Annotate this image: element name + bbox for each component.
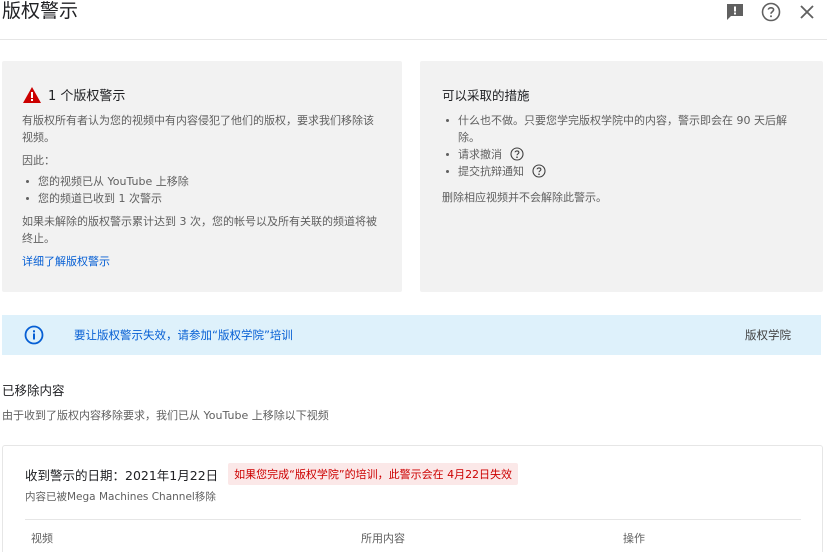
list-item: 您的视频已从 YouTube 上移除 <box>22 173 382 190</box>
column-header-content-used: 所用内容 <box>361 532 405 545</box>
therefore-label: 因此： <box>22 154 55 167</box>
strike-description: 有版权所有者认为您的视频中有内容侵犯了他们的版权，要求我们移除该视频。 <box>22 114 374 144</box>
copyright-school-link[interactable]: 版权学院 <box>745 327 791 343</box>
header-actions <box>711 1 819 23</box>
copyright-school-banner: 要让版权警示失效，请参加“版权学院”培训 版权学院 <box>2 315 821 355</box>
removed-content-title: 已移除内容 <box>2 383 65 398</box>
column-header-video: 视频 <box>31 532 53 545</box>
feedback-icon[interactable] <box>723 1 747 23</box>
strike-heading: 1 个版权警示 <box>22 85 125 104</box>
warning-icon <box>23 86 41 103</box>
info-icon <box>24 325 44 345</box>
counter-notification-link[interactable]: 提交抗辩通知 <box>458 165 524 178</box>
strike-date-row: 收到警示的日期：2021年1月22日 如果您完成“版权学院”的培训，此警示会在 … <box>25 463 519 485</box>
retract-request-item: 请求撤消 <box>442 146 802 163</box>
delete-note: 删除相应视频并不会解除此警示。 <box>442 191 607 204</box>
list-item: 什么也不做。只要您学完版权学院中的内容，警示即会在 90 天后解除。 <box>442 112 802 146</box>
removed-content-card: 收到警示的日期：2021年1月22日 如果您完成“版权学院”的培训，此警示会在 … <box>2 445 823 552</box>
copyright-strike-dialog: 版权警示 1 个版权警示 有版权所有者认为您的视频中有内容侵犯了他们的版权，要求… <box>0 0 827 552</box>
help-icon[interactable] <box>509 147 524 161</box>
removed-by-text: 内容已被Mega Machines Channel移除 <box>25 491 216 503</box>
consequence-list: 您的视频已从 YouTube 上移除 您的频道已收到 1 次警示 <box>22 173 382 207</box>
list-item: 您的频道已收到 1 次警示 <box>22 190 382 207</box>
column-header-actions: 操作 <box>623 532 645 545</box>
help-icon[interactable] <box>759 1 783 23</box>
close-icon[interactable] <box>795 1 819 23</box>
dialog-header: 版权警示 <box>0 0 827 40</box>
copyright-school-prompt[interactable]: 要让版权警示失效，请参加“版权学院”培训 <box>74 327 293 343</box>
table-divider <box>25 519 801 520</box>
retract-request-link[interactable]: 请求撤消 <box>458 148 502 161</box>
expiry-badge: 如果您完成“版权学院”的培训，此警示会在 4月22日失效 <box>228 463 519 485</box>
strike-date: 收到警示的日期：2021年1月22日 <box>25 467 219 483</box>
actions-list: 什么也不做。只要您学完版权学院中的内容，警示即会在 90 天后解除。 请求撤消 … <box>442 112 802 180</box>
actions-title: 可以采取的措施 <box>442 88 530 103</box>
termination-warning: 如果未解除的版权警示累计达到 3 次，您的帐号以及所有关联的频道将被终止。 <box>22 215 377 245</box>
page-title: 版权警示 <box>2 0 79 22</box>
help-icon[interactable] <box>531 164 546 178</box>
strike-count-title: 1 个版权警示 <box>48 89 126 104</box>
removed-content-subtitle: 由于收到了版权内容移除要求，我们已从 YouTube 上移除以下视频 <box>2 409 329 422</box>
counter-notification-item: 提交抗辩通知 <box>442 163 802 180</box>
learn-more-link[interactable]: 详细了解版权警示 <box>22 253 110 269</box>
